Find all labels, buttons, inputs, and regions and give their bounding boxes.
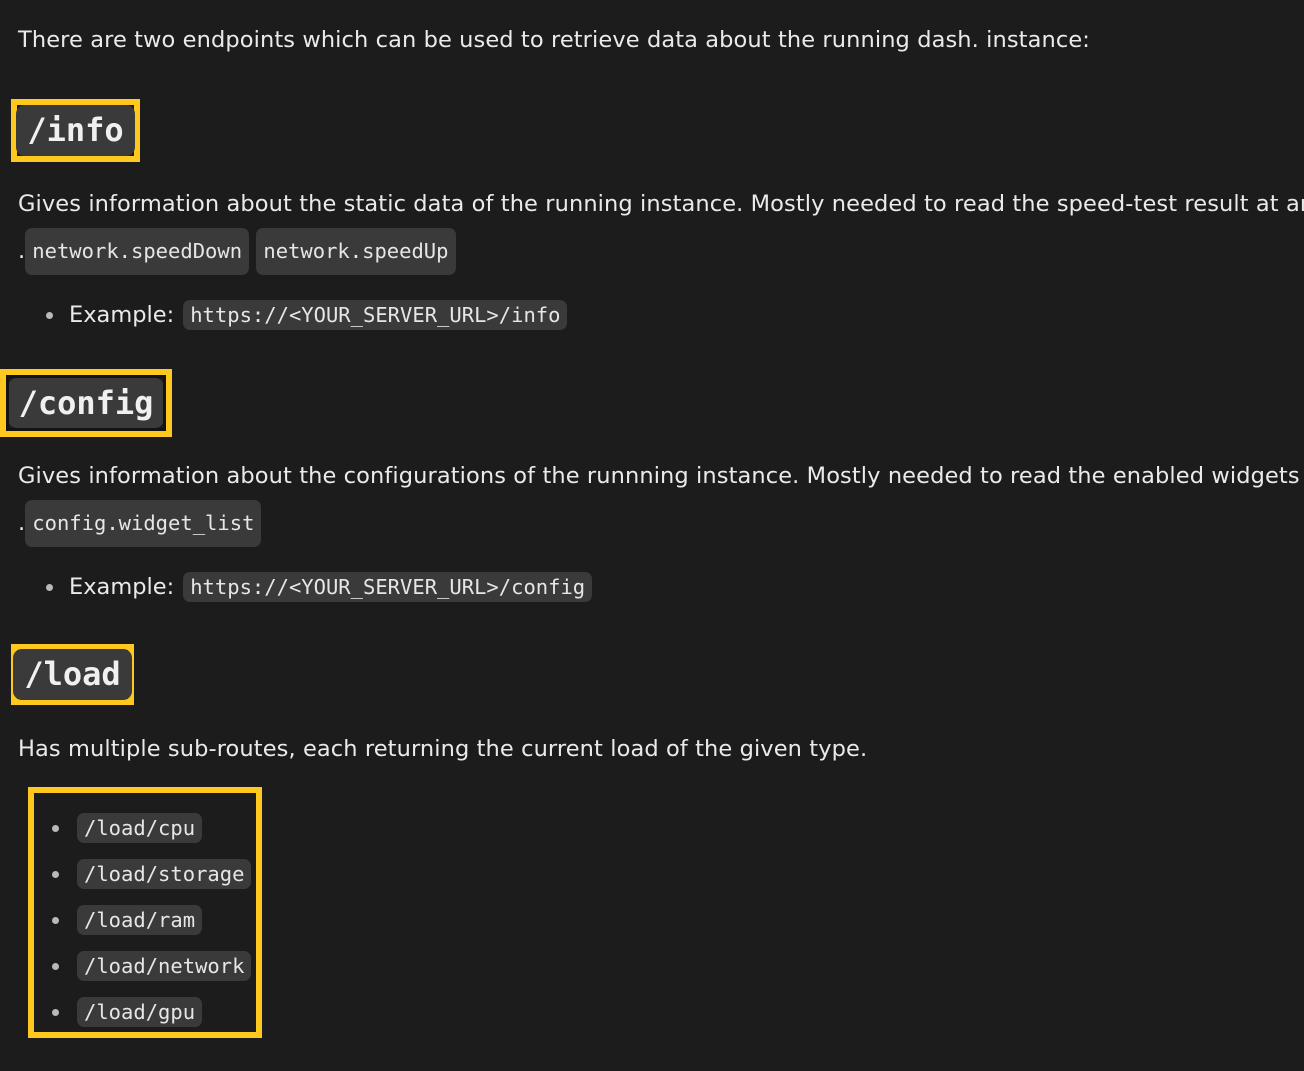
documentation-page: There are two endpoints which can be use… bbox=[0, 0, 1304, 1071]
config-inline-prefix: . bbox=[18, 510, 26, 536]
load-description: Has multiple sub-routes, each returning … bbox=[18, 736, 868, 762]
bullet-dot-icon bbox=[52, 870, 59, 878]
bullet-dot-icon bbox=[52, 962, 59, 970]
list-item: /load/ram bbox=[52, 905, 203, 935]
bullet-dot-icon bbox=[46, 311, 53, 319]
endpoint-heading-config: /config bbox=[7, 377, 165, 429]
code-load-ram: /load/ram bbox=[77, 905, 203, 935]
highlight-box-info: /info bbox=[11, 99, 140, 162]
info-description-join: and bbox=[1285, 191, 1304, 217]
list-item: /load/storage bbox=[52, 859, 252, 889]
info-description-line2: . network.speedDown network.speedUp bbox=[18, 228, 456, 275]
config-example-item: Example: https://<YOUR_SERVER_URL>/confi… bbox=[46, 572, 593, 602]
info-example-item: Example: https://<YOUR_SERVER_URL>/info bbox=[46, 300, 568, 330]
highlight-box-config: /config bbox=[0, 369, 172, 437]
intro-paragraph: There are two endpoints which can be use… bbox=[18, 27, 1090, 53]
info-example-url: https://<YOUR_SERVER_URL>/info bbox=[183, 300, 568, 330]
endpoint-heading-load: /load bbox=[13, 649, 132, 700]
highlight-box-load-subroutes: /load/cpu /load/storage /load/ram /load/… bbox=[28, 787, 262, 1038]
config-description-text: Gives information about the configuratio… bbox=[18, 463, 1304, 489]
config-description-line2: . config.widget_list bbox=[18, 500, 262, 547]
bullet-dot-icon bbox=[52, 1008, 59, 1016]
bullet-dot-icon bbox=[52, 916, 59, 924]
list-item: /load/network bbox=[52, 951, 252, 981]
config-description-line1: Gives information about the configuratio… bbox=[18, 456, 1304, 497]
endpoint-heading-info: /info bbox=[16, 105, 135, 156]
config-example-label: Example: bbox=[69, 574, 175, 600]
code-load-network: /load/network bbox=[77, 951, 252, 981]
config-example-url: https://<YOUR_SERVER_URL>/config bbox=[183, 572, 593, 602]
info-description-text: Gives information about the static data … bbox=[18, 191, 1279, 217]
code-config-widget-list: config.widget_list bbox=[25, 500, 262, 547]
info-inline-prefix: . bbox=[18, 238, 26, 264]
highlight-box-load: /load bbox=[11, 644, 134, 705]
info-example-label: Example: bbox=[69, 302, 175, 328]
code-load-cpu: /load/cpu bbox=[77, 813, 203, 843]
code-load-gpu: /load/gpu bbox=[77, 997, 203, 1027]
bullet-dot-icon bbox=[46, 583, 53, 591]
list-item: /load/cpu bbox=[52, 813, 203, 843]
list-item: /load/gpu bbox=[52, 997, 203, 1027]
code-load-storage: /load/storage bbox=[77, 859, 252, 889]
info-description-line1: Gives information about the static data … bbox=[18, 184, 1304, 225]
code-network-speeddown: network.speedDown bbox=[25, 228, 250, 275]
code-network-speedup: network.speedUp bbox=[256, 228, 456, 275]
bullet-dot-icon bbox=[52, 824, 59, 832]
